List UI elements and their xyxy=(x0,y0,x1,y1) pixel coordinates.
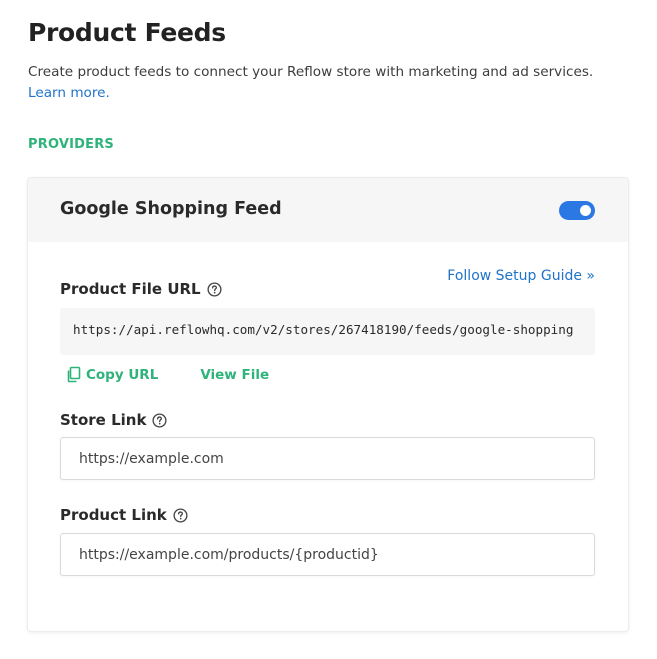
provider-title: Google Shopping Feed xyxy=(60,199,282,219)
provider-enabled-toggle[interactable] xyxy=(559,201,595,220)
view-file-label: View File xyxy=(200,366,270,383)
store-link-label-text: Store Link xyxy=(60,411,147,429)
page-description: Create product feeds to connect your Ref… xyxy=(28,62,628,104)
provider-card: Google Shopping Feed Follow Setup Guide … xyxy=(28,178,628,631)
product-link-label: Product Link xyxy=(60,506,188,524)
product-file-url-value: https://api.reflowhq.com/v2/stores/26741… xyxy=(60,308,595,355)
section-label-providers: PROVIDERS xyxy=(28,137,114,152)
page-title: Product Feeds xyxy=(28,18,226,47)
provider-card-header: Google Shopping Feed xyxy=(28,178,628,242)
toggle-knob xyxy=(580,205,591,216)
copy-url-label: Copy URL xyxy=(86,366,159,383)
setup-guide-link[interactable]: Follow Setup Guide » xyxy=(447,268,595,284)
help-circle-icon[interactable] xyxy=(173,507,188,523)
product-link-label-text: Product Link xyxy=(60,506,167,524)
copy-icon xyxy=(67,366,81,383)
store-link-label: Store Link xyxy=(60,411,167,429)
url-actions: Copy URL View File xyxy=(66,366,269,383)
help-circle-icon[interactable] xyxy=(152,412,167,428)
help-circle-icon[interactable] xyxy=(207,281,222,297)
product-file-url-label-text: Product File URL xyxy=(60,280,201,298)
store-link-input[interactable]: https://example.com xyxy=(60,437,595,480)
learn-more-link[interactable]: Learn more. xyxy=(28,85,110,101)
product-file-url-label: Product File URL xyxy=(60,280,222,298)
view-file-button[interactable]: View File xyxy=(200,367,269,383)
product-link-input[interactable]: https://example.com/products/{productid} xyxy=(60,533,595,576)
description-text: Create product feeds to connect your Ref… xyxy=(28,64,594,80)
store-link-placeholder: https://example.com xyxy=(79,450,224,467)
product-link-placeholder: https://example.com/products/{productid} xyxy=(79,546,379,563)
copy-url-button[interactable]: Copy URL xyxy=(66,366,158,383)
